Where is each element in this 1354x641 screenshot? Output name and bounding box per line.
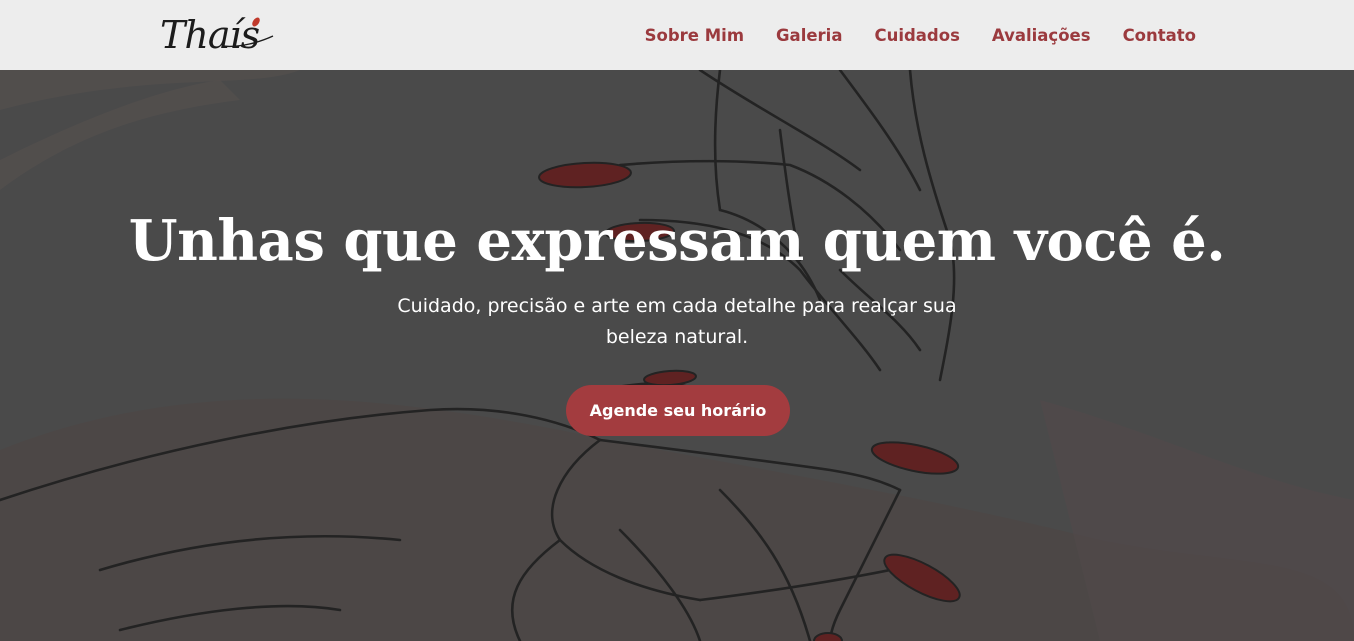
main-nav: Sobre Mim Galeria Cuidados Avaliações Co…: [645, 0, 1196, 70]
hero-title: Unhas que expressam quem você é.: [128, 208, 1226, 274]
hero-subtitle: Cuidado, precisão e arte em cada detalhe…: [397, 295, 957, 348]
nav-link-sobre-mim[interactable]: Sobre Mim: [645, 26, 744, 45]
hero-section: Unhas que expressam quem você é. Cuidado…: [0, 70, 1354, 641]
nav-link-galeria[interactable]: Galeria: [776, 26, 842, 45]
nav-link-contato[interactable]: Contato: [1123, 26, 1196, 45]
logo-swash-icon: [221, 17, 274, 48]
nav-link-cuidados[interactable]: Cuidados: [874, 26, 959, 45]
schedule-appointment-button[interactable]: Agende seu horário: [566, 385, 790, 436]
hero-content: Unhas que expressam quem você é. Cuidado…: [0, 70, 1354, 641]
brand-logo[interactable]: Thaís: [160, 8, 280, 62]
navbar: Thaís Sobre Mim Galeria Cuidados Avaliaç…: [0, 0, 1354, 70]
nav-link-avaliacoes[interactable]: Avaliações: [992, 26, 1091, 45]
